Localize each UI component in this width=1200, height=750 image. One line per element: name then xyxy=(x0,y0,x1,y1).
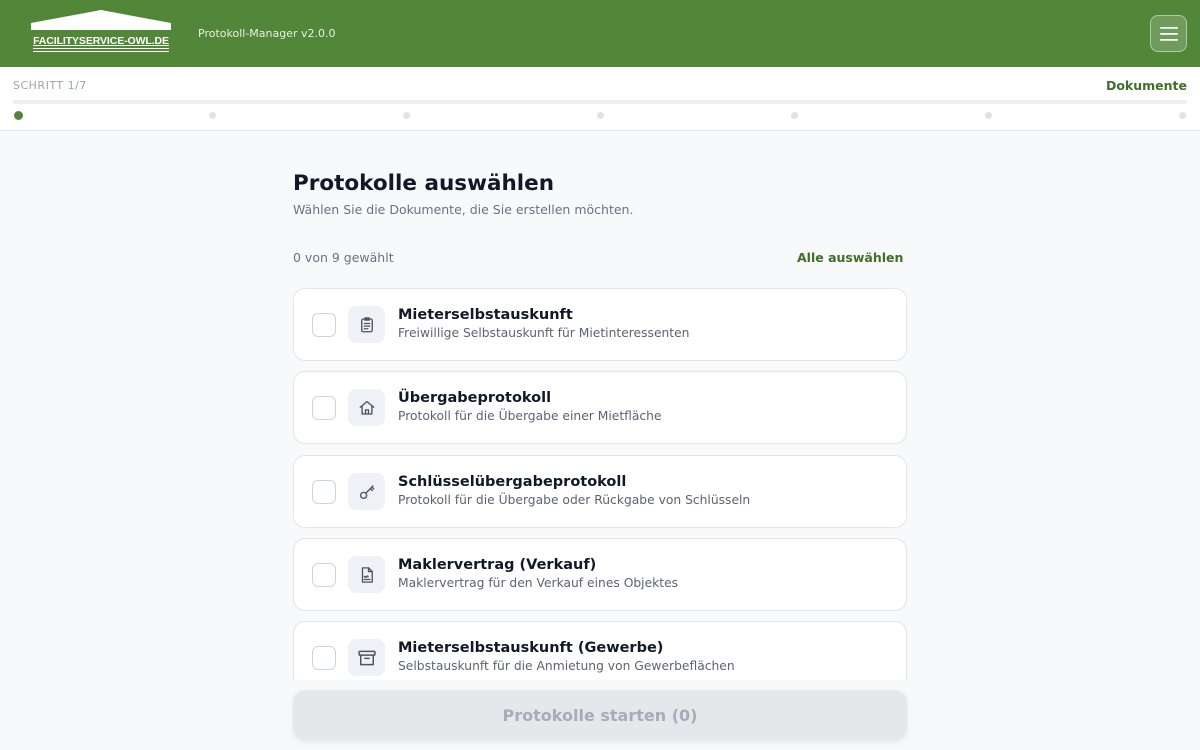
hamburger-menu-icon xyxy=(1159,26,1178,41)
app-version: Protokoll-Manager v2.0.0 xyxy=(198,27,336,40)
document-card-uebergabeprotokoll[interactable]: Übergabeprotokoll Protokoll für die Über… xyxy=(293,371,907,444)
document-icon-box xyxy=(348,473,385,510)
app-header: FACILITYSERVICE-OWL.DE Protokoll-Manager… xyxy=(0,0,1200,67)
clipboard-icon xyxy=(360,316,373,332)
document-description: Freiwillige Selbstauskunft für Mietinter… xyxy=(398,326,690,340)
step-counter: SCHRITT 1/7 xyxy=(13,79,87,92)
document-card-schluesseluebergabe[interactable]: Schlüsselübergabeprotokoll Protokoll für… xyxy=(293,455,907,528)
key-icon xyxy=(359,484,374,499)
document-title: Maklervertrag (Verkauf) xyxy=(398,557,597,573)
step-dot-7[interactable] xyxy=(1179,112,1186,119)
company-logo[interactable]: FACILITYSERVICE-OWL.DE xyxy=(31,10,171,54)
document-description: Selbstauskunft für die Anmietung von Gew… xyxy=(398,659,735,673)
document-icon-box xyxy=(348,306,385,343)
step-dot-6[interactable] xyxy=(985,112,992,119)
document-checkbox[interactable] xyxy=(312,480,336,504)
document-description: Maklervertrag für den Verkauf eines Obje… xyxy=(398,576,679,590)
current-step-title: Dokumente xyxy=(1105,78,1187,93)
logo-roof-graphic xyxy=(31,10,171,52)
document-checkbox[interactable] xyxy=(312,563,336,587)
step-dot-3[interactable] xyxy=(403,112,410,119)
document-card-maklervertrag[interactable]: Maklervertrag (Verkauf) Maklervertrag fü… xyxy=(293,538,907,611)
document-checkbox[interactable] xyxy=(312,396,336,420)
document-icon xyxy=(361,566,373,583)
document-title: Mieterselbstauskunft (Gewerbe) xyxy=(398,640,664,656)
document-card-mieterselbstauskunft[interactable]: Mieterselbstauskunft Freiwillige Selbsta… xyxy=(293,288,907,361)
document-title: Mieterselbstauskunft xyxy=(398,307,573,323)
page-subtitle: Wählen Sie die Dokumente, die Sie erstel… xyxy=(293,202,634,217)
document-description: Protokoll für die Übergabe einer Mietflä… xyxy=(398,409,662,423)
document-title: Schlüsselübergabeprotokoll xyxy=(398,474,627,490)
document-checkbox[interactable] xyxy=(312,646,336,670)
select-all-button[interactable]: Alle auswählen xyxy=(797,250,903,265)
selection-count: 0 von 9 gewählt xyxy=(293,250,394,265)
page-title: Protokolle auswählen xyxy=(293,171,555,196)
step-dot-5[interactable] xyxy=(791,112,798,119)
house-icon xyxy=(359,400,374,415)
progress-track xyxy=(13,100,1187,104)
step-dot-2[interactable] xyxy=(209,112,216,119)
document-title: Übergabeprotokoll xyxy=(398,390,552,406)
document-icon-box xyxy=(348,556,385,593)
document-checkbox[interactable] xyxy=(312,313,336,337)
step-dot-4[interactable] xyxy=(597,112,604,119)
document-description: Protokoll für die Übergabe oder Rückgabe… xyxy=(398,493,751,507)
step-progress-bar: SCHRITT 1/7 Dokumente xyxy=(0,67,1200,131)
logo-text: FACILITYSERVICE-OWL.DE xyxy=(33,35,169,47)
document-icon-box xyxy=(348,389,385,426)
start-protocols-button[interactable]: Protokolle starten (0) xyxy=(293,690,907,740)
menu-button[interactable] xyxy=(1150,15,1187,52)
archive-box-icon xyxy=(357,650,376,665)
step-dot-1[interactable] xyxy=(14,111,23,120)
document-icon-box xyxy=(348,639,385,676)
